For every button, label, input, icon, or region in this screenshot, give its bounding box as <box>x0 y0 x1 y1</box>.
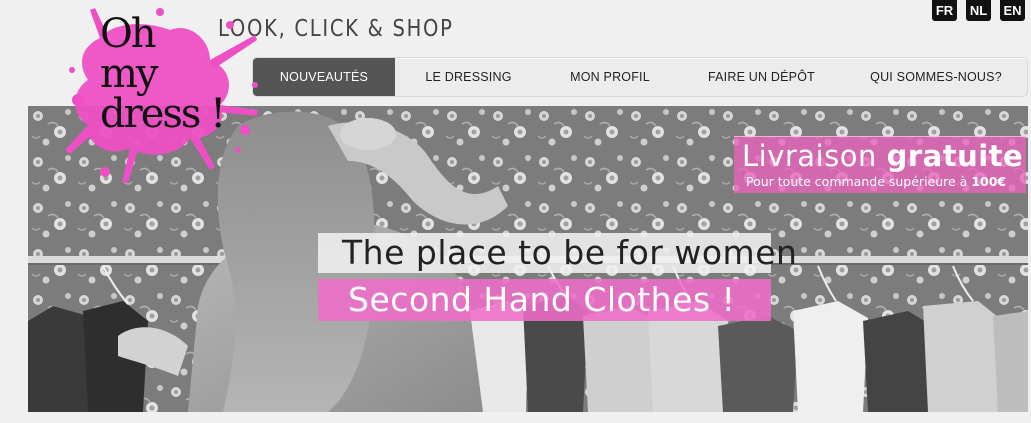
nav-item-nouveautes[interactable]: NOUVEAUTÉS <box>253 58 395 96</box>
lang-nl-button[interactable]: NL <box>966 0 991 21</box>
logo-line-3: dress ! <box>100 91 226 137</box>
hero-subheadline: Second Hand Clothes ! <box>318 279 771 321</box>
nav-item-qui-sommes-nous[interactable]: QUI SOMMES-NOUS? <box>845 58 1027 96</box>
logo-line-2: my <box>100 51 159 97</box>
lang-en-button[interactable]: EN <box>1000 0 1025 21</box>
nav-item-mon-profil[interactable]: MON PROFIL <box>542 58 678 96</box>
promo-subtitle-text: Pour toute commande supérieure à <box>746 174 968 189</box>
promo-title-bold: gratuite <box>886 139 1024 173</box>
logo-line-1: Oh <box>100 11 157 57</box>
promo-title: Livraison gratuite <box>742 139 1023 173</box>
hero-headline: The place to be for women <box>318 233 797 273</box>
main-nav: NOUVEAUTÉS LE DRESSING MON PROFIL FAIRE … <box>252 57 1028 97</box>
lang-fr-button[interactable]: FR <box>932 0 957 21</box>
nav-item-faire-un-depot[interactable]: FAIRE UN DÉPÔT <box>678 58 845 96</box>
promo-title-light: Livraison <box>742 139 877 173</box>
promo-subtitle: Pour toute commande supérieure à 100€ <box>746 174 1006 189</box>
language-switcher: FR NL EN <box>932 0 1025 21</box>
logo-wordmark: Oh my dress ! <box>100 14 250 134</box>
nav-item-le-dressing[interactable]: LE DRESSING <box>395 58 542 96</box>
promo-amount: 100€ <box>971 174 1007 189</box>
site-logo[interactable]: Oh my dress ! <box>60 0 260 185</box>
promo-badge[interactable]: Livraison gratuite Pour toute commande s… <box>734 136 1026 193</box>
